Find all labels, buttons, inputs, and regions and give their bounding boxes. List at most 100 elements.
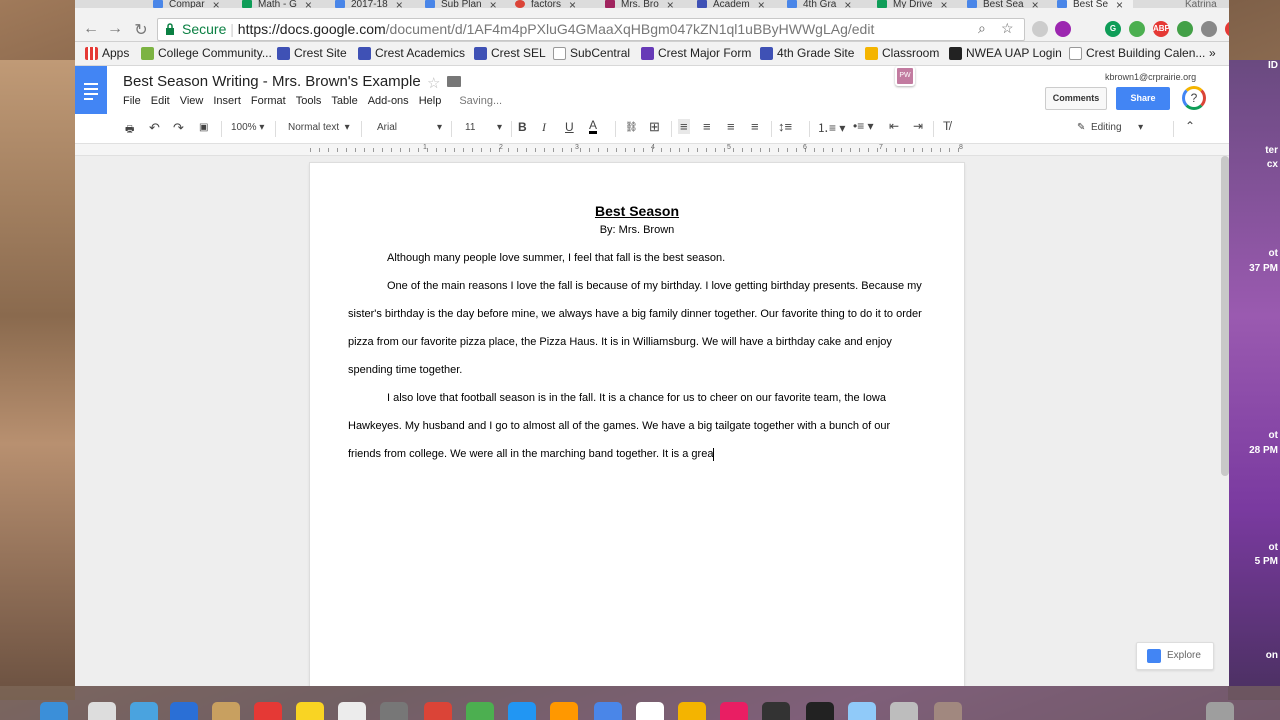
app-icon[interactable] [934, 702, 962, 720]
forward-icon[interactable]: → [105, 20, 125, 38]
collapse-icon[interactable]: ⌃ [1185, 119, 1195, 133]
link-icon[interactable]: ⛓ [625, 122, 638, 133]
chevron-down-icon[interactable]: ▾ [437, 122, 442, 133]
app-icon[interactable] [762, 702, 790, 720]
tab[interactable]: Best Sea × [967, 0, 1039, 8]
document-page[interactable]: Best Season By: Mrs. Brown Although many… [310, 163, 964, 686]
app-icon[interactable] [720, 702, 748, 720]
more-bookmarks-chevron[interactable]: » [1209, 46, 1216, 60]
comments-button[interactable]: Comments [1045, 87, 1107, 110]
calendar-icon[interactable] [254, 702, 282, 720]
tab[interactable]: Math - G × [242, 0, 312, 8]
font-select[interactable]: Arial [377, 122, 397, 133]
paint-format-icon[interactable]: ▣ [199, 122, 208, 133]
url-input[interactable]: Secure | https://docs.google.com/documen… [157, 18, 1025, 41]
explore-button[interactable]: Explore [1136, 642, 1214, 670]
redo-icon[interactable]: ↷ [173, 120, 184, 136]
add-comment-icon[interactable]: ⊞ [649, 119, 660, 135]
back-icon[interactable]: ← [81, 20, 101, 38]
tab[interactable]: My Drive × [877, 0, 947, 8]
menu-edit[interactable]: Edit [151, 95, 170, 107]
app-icon[interactable] [508, 702, 536, 720]
menu-view[interactable]: View [180, 95, 204, 107]
help-icon[interactable]: ? [1182, 86, 1206, 110]
bookmark-item[interactable]: Crest Site [277, 46, 347, 60]
extension-icon[interactable] [1032, 21, 1048, 37]
align-right-icon[interactable]: ≡ [727, 119, 735, 134]
addon-badge[interactable]: PW [895, 66, 915, 86]
app-icon[interactable] [890, 702, 918, 720]
extension-icon[interactable] [1201, 21, 1217, 37]
account-email[interactable]: kbrown1@crprairie.org [1105, 72, 1196, 82]
print-icon[interactable]: 🖶 [125, 122, 134, 139]
docs-logo-icon[interactable] [75, 66, 107, 114]
chevron-down-icon[interactable]: ▾ [497, 122, 502, 133]
increase-indent-icon[interactable]: ⇥ [913, 119, 923, 133]
app-icon[interactable] [466, 702, 494, 720]
profile-name[interactable]: Katrina [1185, 0, 1217, 8]
ruler[interactable]: 1 2 3 4 5 6 7 8 [75, 144, 1229, 156]
notes-icon[interactable] [296, 702, 324, 720]
decrease-indent-icon[interactable]: ⇤ [889, 119, 899, 133]
justify-icon[interactable]: ≡ [751, 119, 759, 134]
menu-tools[interactable]: Tools [296, 95, 322, 107]
extension-icon[interactable] [1225, 21, 1229, 37]
tab[interactable]: Academ × [697, 0, 765, 8]
safari-icon[interactable] [130, 702, 158, 720]
kindle-icon[interactable] [806, 702, 834, 720]
clear-formatting-icon[interactable]: T̸ [943, 119, 950, 133]
bookmark-item[interactable]: Crest Academics [358, 46, 465, 60]
bookmark-item[interactable]: Crest SEL [474, 46, 546, 60]
grammarly-icon[interactable]: G [1105, 21, 1121, 37]
extension-icon[interactable] [1177, 21, 1193, 37]
extension-icon[interactable] [1055, 21, 1071, 37]
scrollbar-thumb[interactable] [1221, 156, 1229, 476]
tab[interactable]: 2017-18 × [335, 0, 403, 8]
editing-mode-select[interactable]: ✎ Editing ▾ [1077, 122, 1143, 133]
bold-icon[interactable]: B [518, 120, 527, 134]
style-select[interactable]: Normal text ▾ [288, 122, 350, 133]
app-icon[interactable] [170, 702, 198, 720]
bookmark-item[interactable]: College Community... [141, 46, 272, 60]
menu-insert[interactable]: Insert [213, 95, 241, 107]
chrome-icon[interactable] [424, 702, 452, 720]
app-icon[interactable] [550, 702, 578, 720]
menu-format[interactable]: Format [251, 95, 286, 107]
adblock-icon[interactable]: ABP [1153, 21, 1170, 37]
underline-icon[interactable]: U [565, 120, 574, 134]
zoom-select[interactable]: 100% ▾ [231, 122, 264, 133]
tab[interactable]: factors × [515, 0, 576, 8]
app-icon[interactable] [678, 702, 706, 720]
app-icon[interactable] [848, 702, 876, 720]
align-left-icon[interactable]: ≡ [678, 119, 690, 134]
tab[interactable]: Mrs. Bro × [605, 0, 674, 8]
trash-icon[interactable] [1206, 702, 1234, 720]
menu-help[interactable]: Help [419, 95, 442, 107]
app-icon[interactable] [338, 702, 366, 720]
bookmark-item[interactable]: Crest Major Form [641, 46, 751, 60]
menu-table[interactable]: Table [331, 95, 357, 107]
numbered-list-icon[interactable]: ⒈≡ ▾ [817, 119, 845, 136]
app-icon[interactable] [594, 702, 622, 720]
bookmark-item[interactable]: 4th Grade Site [760, 46, 854, 60]
text-color-icon[interactable]: A [589, 119, 598, 134]
align-center-icon[interactable]: ≡ [703, 119, 711, 134]
line-spacing-icon[interactable]: ↕≡ [778, 119, 792, 134]
bookmark-item[interactable]: Classroom [865, 46, 939, 60]
bookmark-item[interactable]: SubCentral [553, 46, 630, 60]
finder-icon[interactable] [40, 702, 68, 720]
reload-icon[interactable]: ↻ [131, 20, 151, 40]
italic-icon[interactable]: I [542, 120, 546, 135]
bookmark-apps[interactable]: Apps [85, 46, 129, 60]
tab[interactable]: Sub Plan × [425, 0, 497, 8]
share-button[interactable]: Share [1116, 87, 1170, 110]
launchpad-icon[interactable] [88, 702, 116, 720]
search-icon[interactable]: ⌕ [978, 20, 986, 37]
menu-file[interactable]: File [123, 95, 141, 107]
bookmark-item[interactable]: NWEA UAP Login [949, 46, 1062, 60]
star-icon[interactable]: ☆ [427, 74, 440, 92]
document-title[interactable]: Best Season Writing - Mrs. Brown's Examp… [123, 73, 421, 90]
folder-icon[interactable] [447, 76, 461, 87]
tab[interactable]: Compar × [153, 0, 220, 8]
app-icon[interactable] [636, 702, 664, 720]
